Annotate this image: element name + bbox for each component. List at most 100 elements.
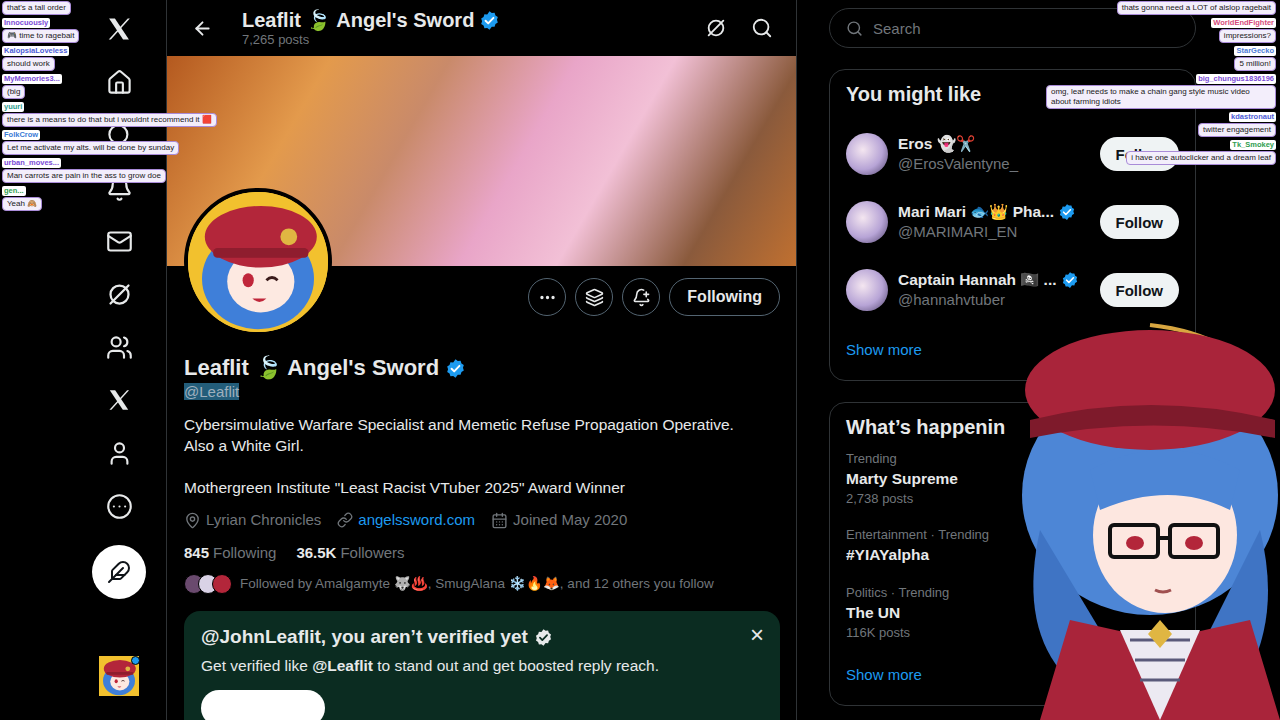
back-button[interactable] [183, 18, 242, 39]
profile-column: Leaflit 🍃 Angel's Sword7,265 postsFollow… [166, 0, 797, 720]
user-handle: @hannahvtuber [898, 290, 1090, 310]
user-avatar[interactable] [846, 201, 888, 243]
more-button[interactable] [528, 278, 566, 316]
chat-user: MyMemories3... [2, 74, 62, 84]
user-avatar[interactable] [846, 133, 888, 175]
bio-award: Mothergreen Institute "Least Racist VTub… [184, 477, 780, 498]
ellipsis-icon[interactable] [538, 288, 557, 307]
mail-icon[interactable] [106, 228, 133, 255]
chat-overlay-left: that's a tall orderInnocuously🎮 time to … [0, 0, 240, 211]
chat-user: gen... [2, 186, 26, 196]
chat-bubble: thats gonna need a LOT of alslop ragebai… [1117, 1, 1276, 15]
chat-bubble: there is a means to do that but i wouldn… [2, 113, 217, 127]
nav-premium[interactable] [94, 377, 144, 423]
location-pin-icon [184, 512, 201, 529]
notify-button[interactable] [622, 278, 660, 316]
user-name[interactable]: Mari Mari 🐟👑 Pha... [898, 202, 1090, 222]
follow-button[interactable]: Follow [1100, 137, 1180, 171]
chat-message: Tk_Smokeyi have one autoclicker and a dr… [1124, 140, 1276, 165]
post-count: 7,265 posts [242, 32, 705, 48]
nav-grok[interactable] [94, 271, 144, 317]
search-icon[interactable] [751, 17, 773, 39]
chat-bubble: omg, leaf needs to make a chain gang sty… [1046, 85, 1276, 109]
chat-user: Tk_Smokey [1230, 140, 1276, 150]
verified-badge-icon [445, 358, 466, 379]
profile-icon[interactable] [106, 440, 133, 467]
premium-x-icon[interactable] [106, 387, 132, 413]
search-icon [846, 20, 863, 37]
feather-icon[interactable] [107, 560, 131, 584]
bio-line: Cybersimulative Warfare Specialist and M… [184, 414, 780, 435]
following-count[interactable]: 845Following [184, 543, 276, 563]
verified-badge-icon [1061, 271, 1079, 289]
suggested-user[interactable]: Eros 👻✂️@ErosValentyne_Follow [830, 120, 1195, 188]
bell-plus-icon[interactable] [632, 288, 651, 307]
search-field[interactable]: Search [829, 8, 1196, 48]
suggested-user[interactable]: Captain Hannah 🏴‍☠️ ...@hannahvtuber Foll… [830, 256, 1195, 324]
grok-icon[interactable] [106, 281, 133, 308]
chat-bubble: i have one autoclicker and a dream leaf [1126, 151, 1276, 165]
profile-handle[interactable]: @Leaflit [184, 383, 239, 400]
close-button[interactable]: × [750, 621, 764, 649]
join-date: Joined May 2020 [491, 510, 627, 530]
chat-user: kdastronaut [1229, 112, 1276, 122]
website[interactable]: angelssword.com [337, 510, 475, 530]
communities-icon[interactable] [106, 334, 133, 361]
profile-bio: Cybersimulative Warfare Specialist and M… [184, 414, 780, 498]
verify-body: Get verified like @Leaflit to stand out … [201, 655, 764, 676]
nav-messages[interactable] [94, 218, 144, 264]
card-title: You might like [830, 82, 1195, 106]
profile-avatar[interactable] [184, 188, 332, 336]
nav-explore[interactable] [94, 112, 144, 158]
profile-avatar-image [188, 192, 328, 332]
chat-user: urban_moves... [2, 158, 61, 168]
nav-notifications[interactable] [94, 165, 144, 211]
nav-x-home-logo[interactable] [94, 6, 144, 52]
user-name[interactable]: Eros 👻✂️ [898, 134, 1090, 154]
chat-message: urban_moves...Man carrots are pain in th… [0, 158, 166, 183]
profile-meta: Lyrian Chronicles angelssword.com Joined M… [184, 510, 780, 530]
chat-bubble: should work [2, 57, 55, 71]
follow-button[interactable]: Follow [1100, 273, 1180, 307]
chat-bubble: twitter engagement [1198, 123, 1276, 137]
nav-communities[interactable] [94, 324, 144, 370]
user-name[interactable]: Captain Hannah 🏴‍☠️ ... [898, 270, 1090, 290]
chat-message: WorldEndFighterimpressions? [1209, 18, 1276, 43]
more-icon[interactable] [106, 493, 133, 520]
following-button[interactable]: Following [669, 278, 780, 316]
chat-message: Innocuously🎮 time to ragebait [0, 18, 79, 43]
chat-message: thats gonna need a LOT of alslop ragebai… [1115, 0, 1276, 15]
chat-user: WorldEndFighter [1211, 18, 1276, 28]
verify-card: @JohnLeaflit, you aren’t verified yetGet… [184, 611, 780, 720]
side-nav [0, 0, 166, 720]
explore-icon[interactable] [106, 122, 133, 149]
nav-more[interactable] [94, 483, 144, 529]
nav-profile[interactable] [94, 430, 144, 476]
chat-message: gen...Yeah 🙈 [0, 186, 42, 211]
calendar-icon [491, 512, 508, 529]
grok-icon[interactable] [705, 17, 727, 39]
chat-bubble: 5 million! [1234, 57, 1276, 71]
follow-button[interactable]: Follow [1100, 205, 1180, 239]
bell-icon[interactable] [106, 175, 133, 202]
post-button[interactable] [92, 545, 146, 599]
subscribe-button[interactable] [575, 278, 613, 316]
unread-dot [131, 656, 140, 665]
subscription-icon[interactable] [585, 288, 604, 307]
verified-badge-icon [1058, 203, 1076, 221]
account-avatar[interactable] [99, 656, 139, 696]
home-icon[interactable] [106, 69, 133, 96]
location: Lyrian Chronicles [184, 510, 321, 530]
followed-by[interactable]: Followed by Amalgamyte 🐺♨️, SmugAlana ❄️… [184, 574, 780, 594]
nav-home[interactable] [94, 59, 144, 105]
user-avatar[interactable] [846, 269, 888, 311]
chat-bubble: Yeah 🙈 [2, 197, 42, 211]
back-arrow-icon[interactable] [192, 18, 213, 39]
chat-bubble: impressions? [1219, 29, 1276, 43]
x-logo-icon[interactable] [105, 15, 133, 43]
followers-count[interactable]: 36.5KFollowers [296, 543, 404, 563]
suggested-user[interactable]: Mari Mari 🐟👑 Pha...@MARIMARI_ENFollow [830, 188, 1195, 256]
get-verified-button[interactable] [201, 690, 325, 720]
chat-user: KalopsiaLoveless [2, 46, 69, 56]
chat-message: FolkCrowLet me activate my alts. will be… [0, 130, 179, 155]
